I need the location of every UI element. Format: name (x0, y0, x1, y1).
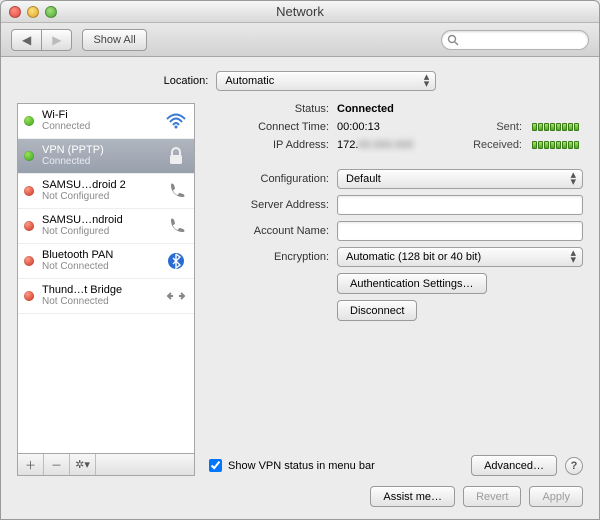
connect-time-label: Connect Time: (209, 121, 329, 133)
sidebar-item[interactable]: SAMSU…ndroidNot Configured (18, 209, 194, 244)
status-block: Connected (337, 103, 583, 115)
sidebar-footer: ＋ － ✲▾ (17, 454, 195, 476)
minimize-window-icon[interactable] (27, 6, 39, 18)
sidebar-item[interactable]: Wi-FiConnected (18, 104, 194, 139)
search-wrap (441, 30, 589, 50)
ip-label: IP Address: (209, 139, 329, 151)
service-name: Wi-Fi (42, 109, 90, 121)
received-label: Received: (473, 139, 522, 151)
sidebar-item[interactable]: Thund…t BridgeNot Connected (18, 279, 194, 314)
service-status: Connected (42, 121, 90, 133)
service-name: SAMSU…ndroid (42, 214, 123, 226)
account-name-input[interactable] (337, 221, 583, 241)
server-address-input[interactable] (337, 195, 583, 215)
lock-icon (164, 147, 188, 165)
service-status: Not Configured (42, 191, 126, 203)
location-select[interactable]: Automatic ▴▾ (216, 71, 436, 91)
account-label: Account Name: (209, 225, 329, 237)
status-dot-icon (24, 151, 34, 161)
search-icon (447, 34, 459, 46)
status-dot-icon (24, 116, 34, 126)
service-status: Connected (42, 156, 104, 168)
remove-service-button[interactable]: － (44, 454, 70, 475)
service-name: Bluetooth PAN (42, 249, 113, 261)
titlebar: Network (1, 1, 599, 23)
zoom-window-icon[interactable] (45, 6, 57, 18)
sent-bars-icon (532, 123, 579, 131)
detail-pane: Status: Connected Connect Time: 00:00:13… (209, 103, 583, 476)
help-button[interactable]: ? (565, 457, 583, 475)
status-value: Connected (337, 103, 394, 115)
sent-label: Sent: (496, 121, 522, 133)
status-label: Status: (209, 103, 329, 115)
status-dot-icon (24, 291, 34, 301)
traffic-lights (9, 6, 57, 18)
service-status: Not Connected (42, 296, 122, 308)
service-status: Not Configured (42, 226, 123, 238)
configuration-label: Configuration: (209, 173, 329, 185)
received-bars-icon (532, 141, 579, 149)
service-list[interactable]: Wi-FiConnectedVPN (PPTP)ConnectedSAMSU…d… (17, 103, 195, 454)
sidebar: Wi-FiConnectedVPN (PPTP)ConnectedSAMSU…d… (17, 103, 195, 476)
body: Location: Automatic ▴▾ Wi-FiConnectedVPN… (1, 57, 599, 519)
show-vpn-status-label: Show VPN status in menu bar (228, 460, 375, 472)
nav-segment: ◀ ▶ (11, 29, 72, 51)
sidebar-item[interactable]: SAMSU…droid 2Not Configured (18, 174, 194, 209)
service-name: Thund…t Bridge (42, 284, 122, 296)
configuration-select[interactable]: Default ▴▾ (337, 169, 583, 189)
forward-button[interactable]: ▶ (42, 29, 72, 51)
close-window-icon[interactable] (9, 6, 21, 18)
back-button[interactable]: ◀ (11, 29, 42, 51)
connect-time-value: 00:00:13 (337, 121, 380, 133)
status-dot-icon (24, 186, 34, 196)
service-name: SAMSU…droid 2 (42, 179, 126, 191)
encryption-value: Automatic (128 bit or 40 bit) (346, 251, 481, 263)
wifi-icon (164, 112, 188, 130)
auth-settings-button[interactable]: Authentication Settings… (337, 273, 487, 294)
location-value: Automatic (225, 75, 274, 87)
phone-icon (164, 217, 188, 235)
updown-icon: ▴▾ (570, 172, 576, 186)
ip-value: 172.00.000.000 (337, 139, 413, 151)
assist-me-button[interactable]: Assist me… (370, 486, 455, 507)
revert-button[interactable]: Revert (463, 486, 521, 507)
add-service-button[interactable]: ＋ (18, 454, 44, 475)
mid: Wi-FiConnectedVPN (PPTP)ConnectedSAMSU…d… (17, 103, 583, 476)
encryption-select[interactable]: Automatic (128 bit or 40 bit) ▴▾ (337, 247, 583, 267)
chevron-right-icon: ▶ (52, 33, 61, 47)
updown-icon: ▴▾ (424, 74, 430, 88)
phone-icon (164, 182, 188, 200)
service-status: Not Connected (42, 261, 113, 273)
encryption-label: Encryption: (209, 251, 329, 263)
show-vpn-status-checkbox[interactable] (209, 459, 222, 472)
search-input[interactable] (441, 30, 589, 50)
status-dot-icon (24, 256, 34, 266)
bluetooth-icon (164, 252, 188, 270)
bottom-row: Show VPN status in menu bar Advanced… ? (209, 455, 583, 476)
sidebar-item[interactable]: VPN (PPTP)Connected (18, 139, 194, 174)
window-title: Network (1, 4, 599, 19)
advanced-button[interactable]: Advanced… (471, 455, 557, 476)
updown-icon: ▴▾ (570, 250, 576, 264)
service-name: VPN (PPTP) (42, 144, 104, 156)
show-all-button[interactable]: Show All (82, 29, 146, 51)
form: Status: Connected Connect Time: 00:00:13… (209, 103, 583, 321)
sidebar-item[interactable]: Bluetooth PANNot Connected (18, 244, 194, 279)
footer: Assist me… Revert Apply (17, 476, 583, 507)
status-dot-icon (24, 221, 34, 231)
service-actions-button[interactable]: ✲▾ (70, 454, 96, 475)
network-pref-window: Network ◀ ▶ Show All Location: Automatic… (0, 0, 600, 520)
toolbar: ◀ ▶ Show All (1, 23, 599, 57)
chevron-left-icon: ◀ (22, 33, 31, 47)
apply-button[interactable]: Apply (529, 486, 583, 507)
configuration-value: Default (346, 173, 381, 185)
server-label: Server Address: (209, 199, 329, 211)
location-label: Location: (164, 75, 209, 87)
gear-icon: ✲▾ (75, 458, 90, 471)
location-row: Location: Automatic ▴▾ (17, 71, 583, 91)
disconnect-button[interactable]: Disconnect (337, 300, 417, 321)
bridge-icon (164, 287, 188, 305)
